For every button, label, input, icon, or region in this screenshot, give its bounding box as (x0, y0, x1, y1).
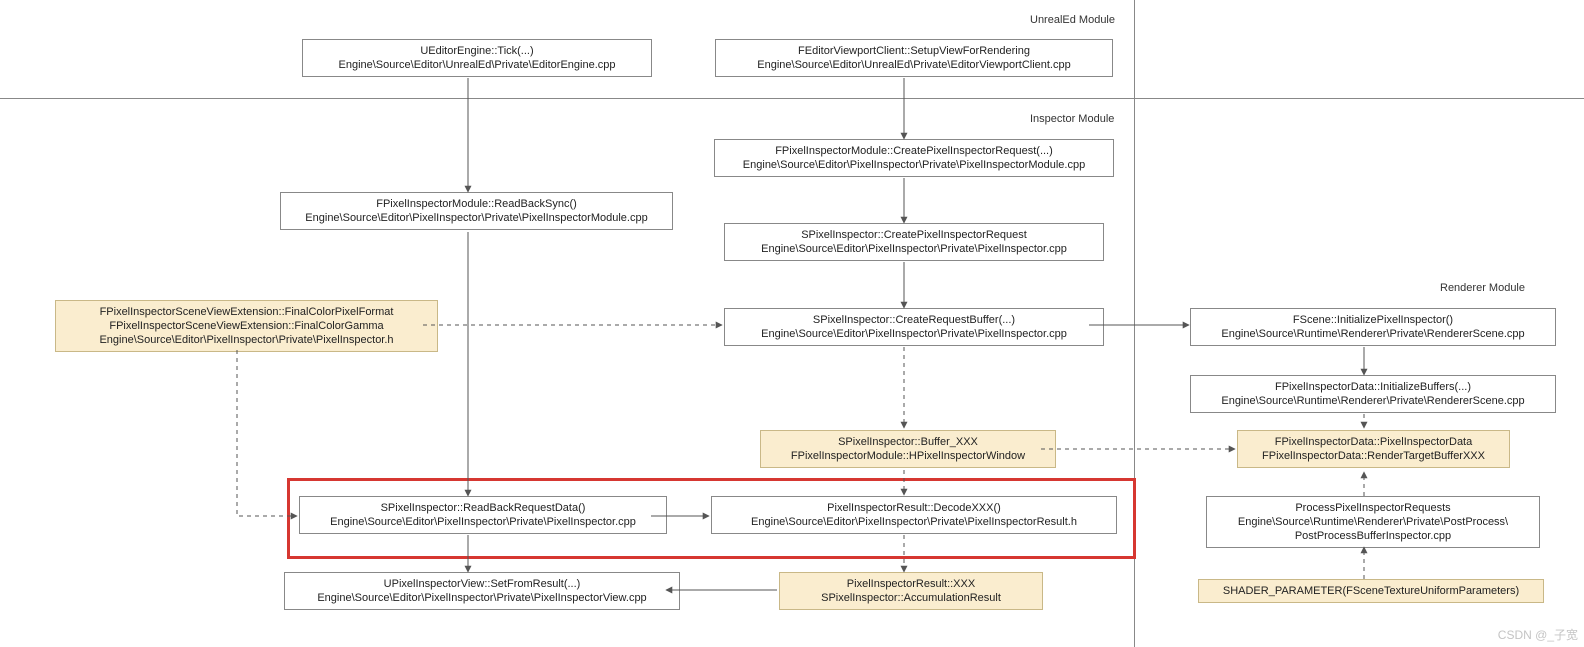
highlight-frame (287, 478, 1136, 559)
node-createpixelinspectorrequest-module: FPixelInspectorModule::CreatePixelInspec… (714, 139, 1114, 177)
node-initializebuffers: FPixelInspectorData::InitializeBuffers(.… (1190, 375, 1556, 413)
node-setfromresult: UPixelInspectorView::SetFromResult(...)E… (284, 572, 680, 610)
node-processpixelinspectorrequests: ProcessPixelInspectorRequestsEngine\Sour… (1206, 496, 1540, 548)
node-createrequestbuffer: SPixelInspector::CreateRequestBuffer(...… (724, 308, 1104, 346)
unrealed-separator (0, 98, 1134, 99)
module-label-renderer: Renderer Module (1440, 282, 1525, 294)
node-accumulationresult: PixelInspectorResult::XXXSPixelInspector… (779, 572, 1043, 610)
node-feditorviewportclient: FEditorViewportClient::SetupViewForRende… (715, 39, 1113, 77)
node-readbacksync: FPixelInspectorModule::ReadBackSync()Eng… (280, 192, 673, 230)
module-label-inspector: Inspector Module (1030, 113, 1114, 125)
node-rendertargetbuffer: FPixelInspectorData::PixelInspectorDataF… (1237, 430, 1510, 468)
node-spixelinspector-createrequest: SPixelInspector::CreatePixelInspectorReq… (724, 223, 1104, 261)
module-label-unrealed: UnrealEd Module (1030, 14, 1115, 26)
node-shader-parameter: SHADER_PARAMETER(FSceneTextureUniformPar… (1198, 579, 1544, 603)
unrealed-separator-right (1134, 98, 1584, 99)
watermark: CSDN @_子宽 (1498, 626, 1578, 643)
node-buffer-xxx: SPixelInspector::Buffer_XXXFPixelInspect… (760, 430, 1056, 468)
node-sceneviewextension: FPixelInspectorSceneViewExtension::Final… (55, 300, 438, 352)
node-fscene-init: FScene::InitializePixelInspector()Engine… (1190, 308, 1556, 346)
node-ueditorengine-tick: UEditorEngine::Tick(...)Engine\Source\Ed… (302, 39, 652, 77)
diagram-canvas: UnrealEd Module Inspector Module Rendere… (0, 0, 1584, 647)
